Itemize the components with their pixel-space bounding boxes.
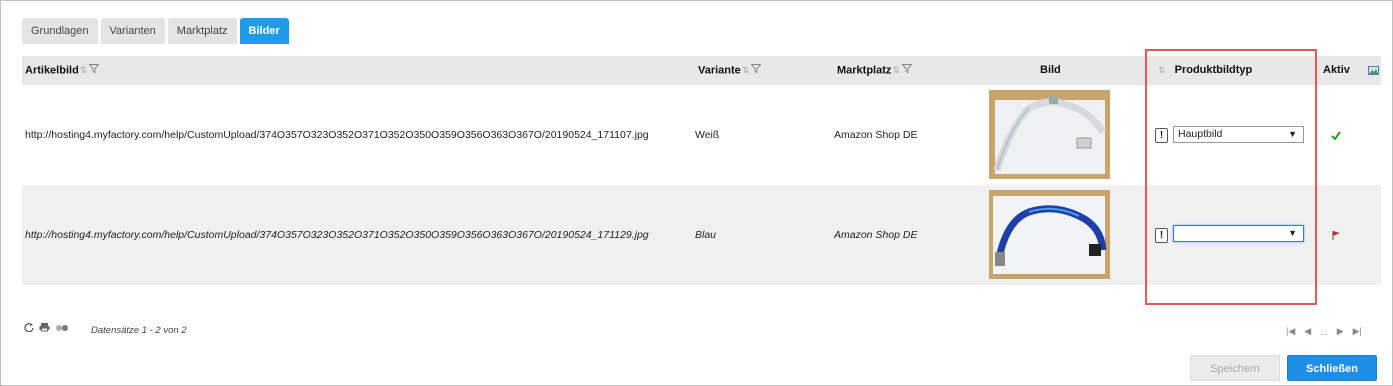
records-count: Datensätze 1 - 2 von 2 <box>91 325 187 336</box>
save-button[interactable]: Speichern <box>1190 355 1280 381</box>
col-marktplatz[interactable]: Marktplatz⇅ <box>837 56 913 85</box>
col-aktiv: Aktiv <box>1323 64 1350 76</box>
flag-icon[interactable] <box>1331 185 1341 285</box>
info-button[interactable]: ! <box>1155 127 1168 143</box>
dropdown-arrow-icon: ▼ <box>1288 228 1297 238</box>
image-column-icon[interactable] <box>1368 56 1379 85</box>
close-button[interactable]: Schließen <box>1287 355 1377 381</box>
grid-footer-tools <box>24 322 69 335</box>
col-artikelbild[interactable]: Artikelbild⇅ <box>25 56 100 85</box>
dropdown-arrow-icon: ▼ <box>1288 129 1297 139</box>
info-button[interactable]: ! <box>1155 227 1168 243</box>
last-page-icon[interactable]: ▶| <box>1353 326 1362 337</box>
sort-icon[interactable]: ⇅ <box>80 56 88 85</box>
pager-dots: ... <box>1320 326 1328 337</box>
col-produktbildtyp[interactable]: ⇅ Produktbildtyp <box>1157 56 1252 85</box>
sort-icon[interactable]: ⇅ <box>892 56 900 85</box>
check-icon[interactable] <box>1331 85 1341 185</box>
tab-marktplatz[interactable]: Marktplatz <box>167 18 237 44</box>
col-variante[interactable]: Variante⇅ <box>698 56 762 85</box>
row-url: http://hosting4.myfactory.com/help/Custo… <box>25 229 649 241</box>
grid-header: Artikelbild⇅ Variante⇅ Marktplatz⇅ Bild … <box>22 56 1381 85</box>
row-url: http://hosting4.myfactory.com/help/Custo… <box>25 129 649 141</box>
prev-page-icon[interactable]: ◀ <box>1304 326 1311 337</box>
row-variante: Weiß <box>695 129 720 141</box>
tab-varianten[interactable]: Varianten <box>100 18 165 44</box>
table-row[interactable]: http://hosting4.myfactory.com/help/Custo… <box>22 85 1381 185</box>
table-row[interactable]: http://hosting4.myfactory.com/help/Custo… <box>22 185 1381 285</box>
tab-bar: Grundlagen Varianten Marktplatz Bilder <box>22 18 289 44</box>
tab-grundlagen[interactable]: Grundlagen <box>22 18 98 44</box>
col-produktbildtyp-label: Produktbildtyp <box>1174 64 1253 77</box>
lanyard-blue-photo[interactable] <box>989 190 1110 279</box>
lanyard-white-photo[interactable] <box>989 90 1110 179</box>
sort-icon[interactable]: ⇅ <box>742 56 750 85</box>
next-page-icon[interactable]: ▶ <box>1337 326 1344 337</box>
images-grid: Artikelbild⇅ Variante⇅ Marktplatz⇅ Bild … <box>22 56 1381 285</box>
refresh-icon[interactable] <box>24 322 34 335</box>
row-marktplatz: Amazon Shop DE <box>834 129 918 141</box>
tab-bilder[interactable]: Bilder <box>239 18 289 44</box>
produktbildtyp-value: Hauptbild <box>1178 128 1223 140</box>
produktbildtyp-select[interactable]: ▼ <box>1173 225 1304 242</box>
row-variante: Blau <box>695 229 717 241</box>
filter-icon[interactable] <box>901 56 913 85</box>
settings-toggle-icon[interactable] <box>55 323 69 335</box>
filter-icon[interactable] <box>88 56 100 85</box>
filter-icon[interactable] <box>750 56 762 85</box>
col-bild: Bild <box>1040 64 1061 76</box>
col-artikelbild-label: Artikelbild <box>25 64 79 77</box>
pager: |◀ ◀ ... ▶ ▶| <box>1286 326 1362 337</box>
sort-icon[interactable]: ⇅ <box>1158 56 1166 85</box>
produktbildtyp-select[interactable]: Hauptbild ▼ <box>1173 126 1304 143</box>
row-marktplatz: Amazon Shop DE <box>834 229 918 241</box>
col-variante-label: Variante <box>698 64 741 77</box>
print-icon[interactable] <box>39 322 50 335</box>
col-marktplatz-label: Marktplatz <box>837 64 892 77</box>
first-page-icon[interactable]: |◀ <box>1286 326 1295 337</box>
